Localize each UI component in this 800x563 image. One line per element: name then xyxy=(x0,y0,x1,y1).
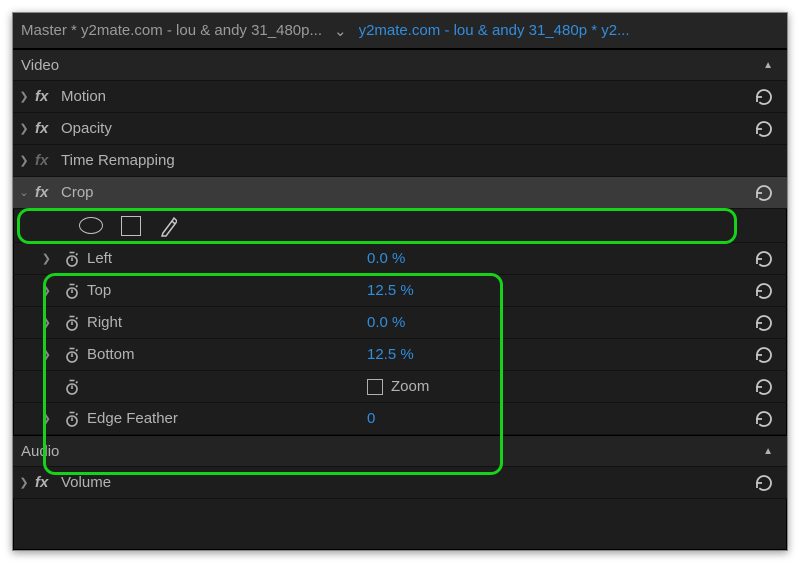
stopwatch-icon[interactable] xyxy=(57,250,87,268)
param-feather-value[interactable]: 0 xyxy=(367,410,487,427)
fx-badge-icon: fx xyxy=(35,474,61,491)
reset-button[interactable] xyxy=(753,280,775,302)
effect-time-remapping[interactable]: ❯ fx Time Remapping xyxy=(13,145,787,177)
effect-opacity[interactable]: ❯ fx Opacity xyxy=(13,113,787,145)
chevron-right-icon[interactable]: ❯ xyxy=(13,252,57,265)
param-bottom-label: Bottom xyxy=(87,346,367,363)
section-video-label: Video xyxy=(21,57,59,74)
effects-panel: Master * y2mate.com - lou & andy 31_480p… xyxy=(12,12,788,551)
collapse-up-icon[interactable]: ▲ xyxy=(763,446,773,457)
param-edge-feather: ❯ Edge Feather 0 xyxy=(13,403,787,435)
effect-timeremap-label: Time Remapping xyxy=(61,152,787,169)
param-left-value[interactable]: 0.0 % xyxy=(367,250,487,267)
chevron-right-icon[interactable]: ❯ xyxy=(13,412,57,425)
tab-master[interactable]: Master * y2mate.com - lou & andy 31_480p… xyxy=(21,22,322,39)
section-video[interactable]: Video ▲ xyxy=(13,49,787,81)
reset-button[interactable] xyxy=(753,248,775,270)
effect-volume-label: Volume xyxy=(61,474,787,491)
fx-badge-icon: fx xyxy=(35,120,61,137)
effect-crop-label: Crop xyxy=(61,184,787,201)
chevron-right-icon: ❯ xyxy=(13,122,35,135)
stopwatch-icon[interactable] xyxy=(57,410,87,428)
collapse-up-icon[interactable]: ▲ xyxy=(763,60,773,71)
param-top-label: Top xyxy=(87,282,367,299)
fx-badge-icon: fx xyxy=(35,152,61,169)
reset-button[interactable] xyxy=(753,118,775,140)
effect-volume[interactable]: ❯ fx Volume xyxy=(13,467,787,499)
effect-motion[interactable]: ❯ fx Motion xyxy=(13,81,787,113)
param-left: ❯ Left 0.0 % xyxy=(13,243,787,275)
stopwatch-icon[interactable] xyxy=(57,314,87,332)
param-left-label: Left xyxy=(87,250,367,267)
param-zoom: ❯ Zoom xyxy=(13,371,787,403)
ellipse-mask-button[interactable] xyxy=(79,217,103,234)
chevron-right-icon[interactable]: ❯ xyxy=(13,348,57,361)
fx-badge-icon: fx xyxy=(35,88,61,105)
chevron-right-icon: ❯ xyxy=(13,154,35,167)
chevron-down-icon: ⌄ xyxy=(13,186,35,199)
stopwatch-icon[interactable] xyxy=(57,378,87,396)
param-zoom-label: Zoom xyxy=(391,378,429,395)
param-top-value[interactable]: 12.5 % xyxy=(367,282,487,299)
reset-button[interactable] xyxy=(753,472,775,494)
effect-opacity-label: Opacity xyxy=(61,120,787,137)
fx-badge-icon: fx xyxy=(35,184,61,201)
param-feather-label: Edge Feather xyxy=(87,410,367,427)
reset-button[interactable] xyxy=(753,86,775,108)
tab-dropdown-icon[interactable]: ⌄ xyxy=(330,20,351,42)
chevron-right-icon: ❯ xyxy=(13,476,35,489)
reset-button[interactable] xyxy=(753,344,775,366)
pen-mask-button[interactable] xyxy=(159,215,177,237)
reset-button[interactable] xyxy=(753,376,775,398)
effect-motion-label: Motion xyxy=(61,88,787,105)
effect-crop[interactable]: ⌄ fx Crop xyxy=(13,177,787,209)
param-right: ❯ Right 0.0 % xyxy=(13,307,787,339)
section-audio[interactable]: Audio ▲ xyxy=(13,435,787,467)
param-right-value[interactable]: 0.0 % xyxy=(367,314,487,331)
param-bottom-value[interactable]: 12.5 % xyxy=(367,346,487,363)
chevron-right-icon[interactable]: ❯ xyxy=(13,316,57,329)
chevron-right-icon: ❯ xyxy=(13,90,35,103)
zoom-checkbox[interactable] xyxy=(367,379,383,395)
mask-shape-row xyxy=(13,209,787,243)
tab-bar: Master * y2mate.com - lou & andy 31_480p… xyxy=(13,13,787,49)
rectangle-mask-button[interactable] xyxy=(121,216,141,236)
stopwatch-icon[interactable] xyxy=(57,346,87,364)
chevron-right-icon[interactable]: ❯ xyxy=(13,284,57,297)
reset-button[interactable] xyxy=(753,408,775,430)
reset-button[interactable] xyxy=(753,182,775,204)
tab-source[interactable]: y2mate.com - lou & andy 31_480p * y2... xyxy=(359,22,630,39)
param-right-label: Right xyxy=(87,314,367,331)
reset-button[interactable] xyxy=(753,312,775,334)
stopwatch-icon[interactable] xyxy=(57,282,87,300)
param-top: ❯ Top 12.5 % xyxy=(13,275,787,307)
section-audio-label: Audio xyxy=(21,443,59,460)
param-bottom: ❯ Bottom 12.5 % xyxy=(13,339,787,371)
